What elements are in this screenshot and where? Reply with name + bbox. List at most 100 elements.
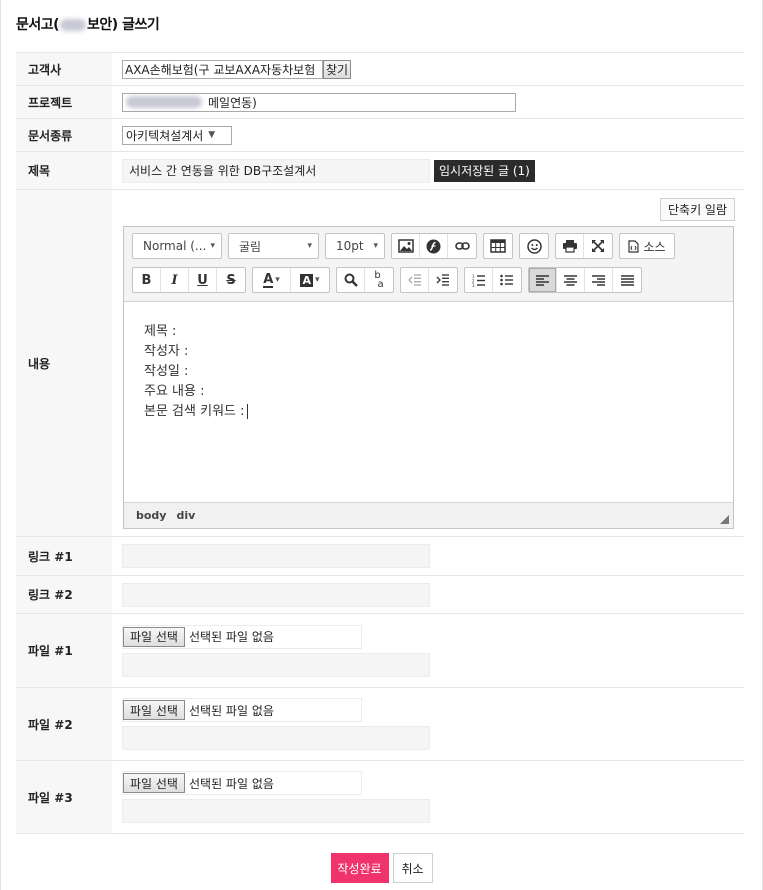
rich-text-editor: Normal (... ▾ 굴림 ▾ 10pt ▾ 소스 B I U S A ▾… (123, 226, 734, 529)
indent-icon[interactable] (429, 268, 457, 292)
path-element-body[interactable]: body (136, 509, 166, 522)
image-icon[interactable] (392, 234, 420, 258)
table-icon[interactable] (484, 234, 512, 258)
row-content: 내용 단축키 일람 Normal (... ▾ 굴림 ▾ 10pt ▾ 소스 B… (16, 190, 744, 537)
redacted-text (126, 96, 202, 108)
project-input[interactable]: 메일연동) (122, 92, 516, 112)
shortcut-list-button[interactable]: 단축키 일람 (659, 198, 735, 221)
replace-icon[interactable]: b a (365, 268, 393, 292)
print-icon[interactable] (556, 234, 584, 258)
toolbar-group-basic: B I U S (132, 267, 246, 293)
numbered-list-icon[interactable]: 123 (465, 268, 493, 292)
toolbar-group-find: b a (336, 267, 394, 293)
toolbar-group-table (483, 233, 513, 259)
align-left-icon[interactable] (529, 268, 557, 292)
path-element-div[interactable]: div (176, 509, 195, 522)
file1-status: 선택된 파일 없음 (188, 630, 274, 644)
page-title: 문서고(보안) 글쓰기 (16, 17, 160, 33)
temp-saved-button[interactable]: 임시저장된 글 (1) (434, 159, 535, 182)
find-icon[interactable] (337, 268, 365, 292)
editor-content-area[interactable]: 제목 : 작성자 : 작성일 : 주요 내용 : 본문 검색 키워드 : (124, 302, 733, 502)
bg-color-icon[interactable]: A ▾ (291, 268, 329, 292)
format-combo[interactable]: Normal (... ▾ (132, 233, 222, 259)
row-subject: 제목 서비스 간 연동을 위한 DB구조설계서 임시저장된 글 (1) (16, 152, 744, 190)
align-right-icon[interactable] (585, 268, 613, 292)
row-project: 프로젝트 메일연동) (16, 86, 744, 119)
resize-handle-icon[interactable] (720, 515, 729, 524)
toolbar-group-smiley (519, 233, 549, 259)
toolbar-group-indent (400, 267, 458, 293)
source-button[interactable]: 소스 (620, 234, 674, 258)
file1-description-input[interactable] (122, 652, 430, 677)
customer-input[interactable]: AXA손해보험(구 교보AXA자동차보험 (122, 59, 323, 79)
label-file3: 파일 #3 (16, 761, 112, 833)
underline-icon[interactable]: U (189, 268, 217, 292)
file1-choose-button[interactable]: 파일 선택 (123, 626, 185, 647)
form-actions: 작성완료 취소 (0, 853, 763, 883)
label-link2: 링크 #2 (16, 576, 112, 613)
content-line: 작성자 : (144, 344, 189, 359)
content-line: 본문 검색 키워드 : (144, 402, 713, 422)
label-link1: 링크 #1 (16, 537, 112, 575)
label-file2: 파일 #2 (16, 688, 112, 760)
file2-description-input[interactable] (122, 726, 430, 750)
file3-picker: 파일 선택 선택된 파일 없음 (122, 771, 362, 795)
label-content: 내용 (16, 190, 112, 536)
bulleted-list-icon[interactable] (493, 268, 521, 292)
flash-icon[interactable] (420, 234, 448, 258)
subject-input[interactable]: 서비스 간 연동을 위한 DB구조설계서 (122, 158, 430, 183)
toolbar-group-align (528, 267, 642, 293)
toolbar-group-color: A ▾ A ▾ (252, 267, 330, 293)
label-doc-type: 문서종류 (16, 119, 112, 151)
content-line: 제목 : (144, 324, 177, 339)
font-combo[interactable]: 굴림 ▾ (228, 233, 319, 259)
chevron-down-icon: ▾ (307, 241, 312, 251)
file3-choose-button[interactable]: 파일 선택 (123, 773, 185, 793)
write-form: 고객사 AXA손해보험(구 교보AXA자동차보험 찾기 프로젝트 메일연동) 문… (16, 52, 744, 834)
align-center-icon[interactable] (557, 268, 585, 292)
content-line: 작성일 : (144, 364, 189, 379)
file1-picker: 파일 선택 선택된 파일 없음 (122, 624, 362, 649)
dropdown-arrow-icon: ▼ (208, 130, 216, 140)
maximize-icon[interactable] (584, 234, 612, 258)
row-doc-type: 문서종류 아키텍쳐설계서 ▼ (16, 119, 744, 152)
file2-picker: 파일 선택 선택된 파일 없음 (122, 698, 362, 722)
editor-status-bar: body div (124, 502, 733, 528)
row-link1: 링크 #1 (16, 537, 744, 576)
row-customer: 고객사 AXA손해보험(구 교보AXA자동차보험 찾기 (16, 53, 744, 86)
link1-input[interactable] (122, 544, 430, 568)
italic-icon[interactable]: I (161, 268, 189, 292)
editor-toolbar: Normal (... ▾ 굴림 ▾ 10pt ▾ 소스 B I U S A ▾… (124, 227, 733, 302)
file2-choose-button[interactable]: 파일 선택 (123, 700, 185, 720)
row-file1: 파일 #1 파일 선택 선택된 파일 없음 (16, 614, 744, 688)
row-file2: 파일 #2 파일 선택 선택된 파일 없음 (16, 688, 744, 761)
content-line: 주요 내용 : (144, 384, 205, 399)
strike-icon[interactable]: S (217, 268, 245, 292)
text-color-icon[interactable]: A ▾ (253, 268, 291, 292)
toolbar-group-list: 123 (464, 267, 522, 293)
toolbar-group-view (555, 233, 613, 259)
smiley-icon[interactable] (520, 234, 548, 258)
find-customer-button[interactable]: 찾기 (323, 59, 352, 79)
link2-input[interactable] (122, 582, 430, 607)
label-subject: 제목 (16, 152, 112, 189)
cancel-button[interactable]: 취소 (392, 853, 433, 883)
submit-button[interactable]: 작성완료 (330, 853, 389, 883)
file2-status: 선택된 파일 없음 (188, 703, 274, 718)
chevron-down-icon: ▾ (210, 241, 215, 251)
toolbar-group-insert (391, 233, 477, 259)
label-project: 프로젝트 (16, 86, 112, 118)
size-combo[interactable]: 10pt ▾ (325, 233, 385, 259)
chevron-down-icon: ▾ (373, 241, 378, 251)
link-icon[interactable] (448, 234, 476, 258)
doc-type-select[interactable]: 아키텍쳐설계서 ▼ (122, 125, 232, 145)
file3-description-input[interactable] (122, 799, 430, 823)
justify-icon[interactable] (613, 268, 641, 292)
svg-text:3: 3 (472, 283, 475, 287)
toolbar-group-source: 소스 (619, 233, 675, 259)
outdent-icon[interactable] (401, 268, 429, 292)
file3-status: 선택된 파일 없음 (188, 776, 274, 791)
source-icon (628, 239, 640, 253)
label-file1: 파일 #1 (16, 614, 112, 687)
bold-icon[interactable]: B (133, 268, 161, 292)
